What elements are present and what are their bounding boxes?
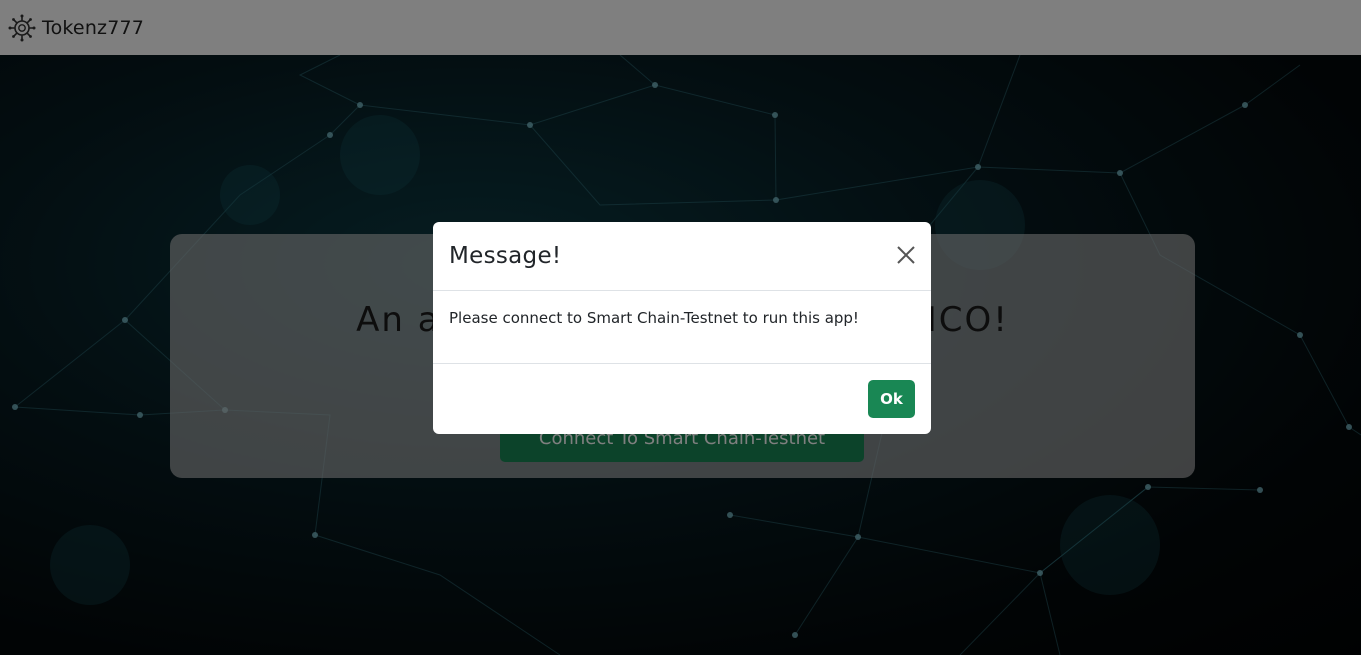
message-modal: Message! Please connect to Smart Chain-T… — [433, 222, 931, 434]
ok-button[interactable]: Ok — [868, 379, 915, 418]
modal-close-button[interactable] — [895, 245, 917, 267]
modal-message-text: Please connect to Smart Chain-Testnet to… — [449, 309, 859, 327]
close-icon — [897, 245, 915, 267]
app-page: Tokenz777 — [0, 0, 1361, 655]
modal-footer: Ok — [433, 364, 931, 433]
modal-body: Please connect to Smart Chain-Testnet to… — [433, 291, 931, 364]
modal-title: Message! — [449, 243, 562, 269]
modal-header: Message! — [433, 222, 931, 291]
